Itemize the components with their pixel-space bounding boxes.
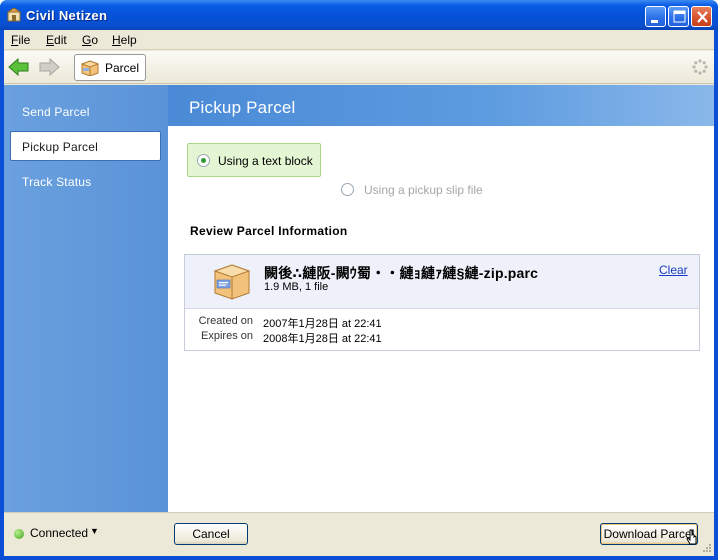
parcel-file-name: 闕後∴縺阪‐闕ｳ蜀・・縺ｮ縺ｧ縺§縺‐zip.parc [264,265,539,281]
option-text-block[interactable]: Using a text block [187,143,321,177]
cancel-button[interactable]: Cancel [174,523,248,545]
connection-status-text[interactable]: Connected [30,526,88,540]
menu-go-label: o [91,33,99,47]
main-header: Pickup Parcel [168,85,714,126]
parcel-file-row: 闕後∴縺阪‐闕ｳ蜀・・縺ｮ縺ｧ縺§縺‐zip.parc 1.9 MB, 1 fi… [185,255,699,309]
menu-edit-label: dit [54,33,67,47]
resize-grip-icon[interactable] [702,543,712,553]
menu-edit-accel: E [46,33,55,47]
chevron-down-icon[interactable]: ▼ [90,526,99,536]
menu-file[interactable]: File [11,33,30,47]
window-title: Civil Netizen [26,8,108,23]
menu-bar: File Edit Go Help [4,30,714,50]
menu-file-label: ile [18,33,31,47]
clear-link[interactable]: Clear [659,263,688,277]
sidebar-item-track-status[interactable]: Track Status [22,175,91,189]
menu-go-accel: G [82,33,92,47]
section-title: Review Parcel Information [190,224,348,238]
parcel-box-icon [81,60,99,76]
sidebar-item-send-parcel[interactable]: Send Parcel [22,105,90,119]
parcel-info-card: 闕後∴縺阪‐闕ｳ蜀・・縺ｮ縺ｧ縺§縺‐zip.parc 1.9 MB, 1 fi… [184,254,700,351]
bottom-bar: Connected ▼ Cancel Download Parcel [4,512,714,556]
back-arrow-icon[interactable] [7,56,31,78]
loading-spinner-icon [692,59,708,75]
menu-help[interactable]: Help [112,33,137,47]
radio-text-block[interactable] [197,154,210,167]
created-value: 2007年1月28日 at 22:41 [263,318,382,330]
parcel-file-meta: 1.9 MB, 1 file [264,281,329,293]
menu-go[interactable]: Go [82,33,98,47]
created-label: Created on [198,315,253,327]
sidebar-item-pickup-parcel[interactable]: Pickup Parcel [10,131,161,161]
expires-value: 2008年1月28日 at 22:41 [263,333,382,345]
app-icon [7,8,21,22]
menu-help-label: elp [120,33,137,47]
option-text-block-label: Using a text block [218,154,313,168]
toolbar: Parcel [4,51,714,84]
download-parcel-button[interactable]: Download Parcel [600,523,698,545]
connection-status-icon [14,529,24,539]
page-title: Pickup Parcel [189,98,296,117]
app-window: Civil Netizen File Edit Go Help Parcel S… [0,0,718,560]
radio-pickup-slip[interactable] [341,183,354,196]
menu-help-accel: H [112,33,121,47]
maximize-button[interactable] [668,6,689,27]
main-panel: Pickup Parcel Using a text block Using a… [168,85,714,512]
close-button[interactable] [691,6,712,27]
client-area: File Edit Go Help Parcel Send Parcel Pic… [4,30,714,556]
forward-arrow-icon[interactable] [37,56,61,78]
menu-edit[interactable]: Edit [46,33,67,47]
minimize-button[interactable] [645,6,666,27]
parcel-tab[interactable]: Parcel [74,54,146,81]
parcel-tab-label: Parcel [105,61,140,75]
mouse-cursor-icon [686,529,697,545]
option-pickup-slip-label[interactable]: Using a pickup slip file [364,183,483,197]
expires-label: Expires on [201,330,253,342]
parcel-file-icon [213,264,251,300]
sidebar: Send Parcel Pickup Parcel Track Status [4,85,168,512]
title-bar[interactable]: Civil Netizen [0,0,718,30]
